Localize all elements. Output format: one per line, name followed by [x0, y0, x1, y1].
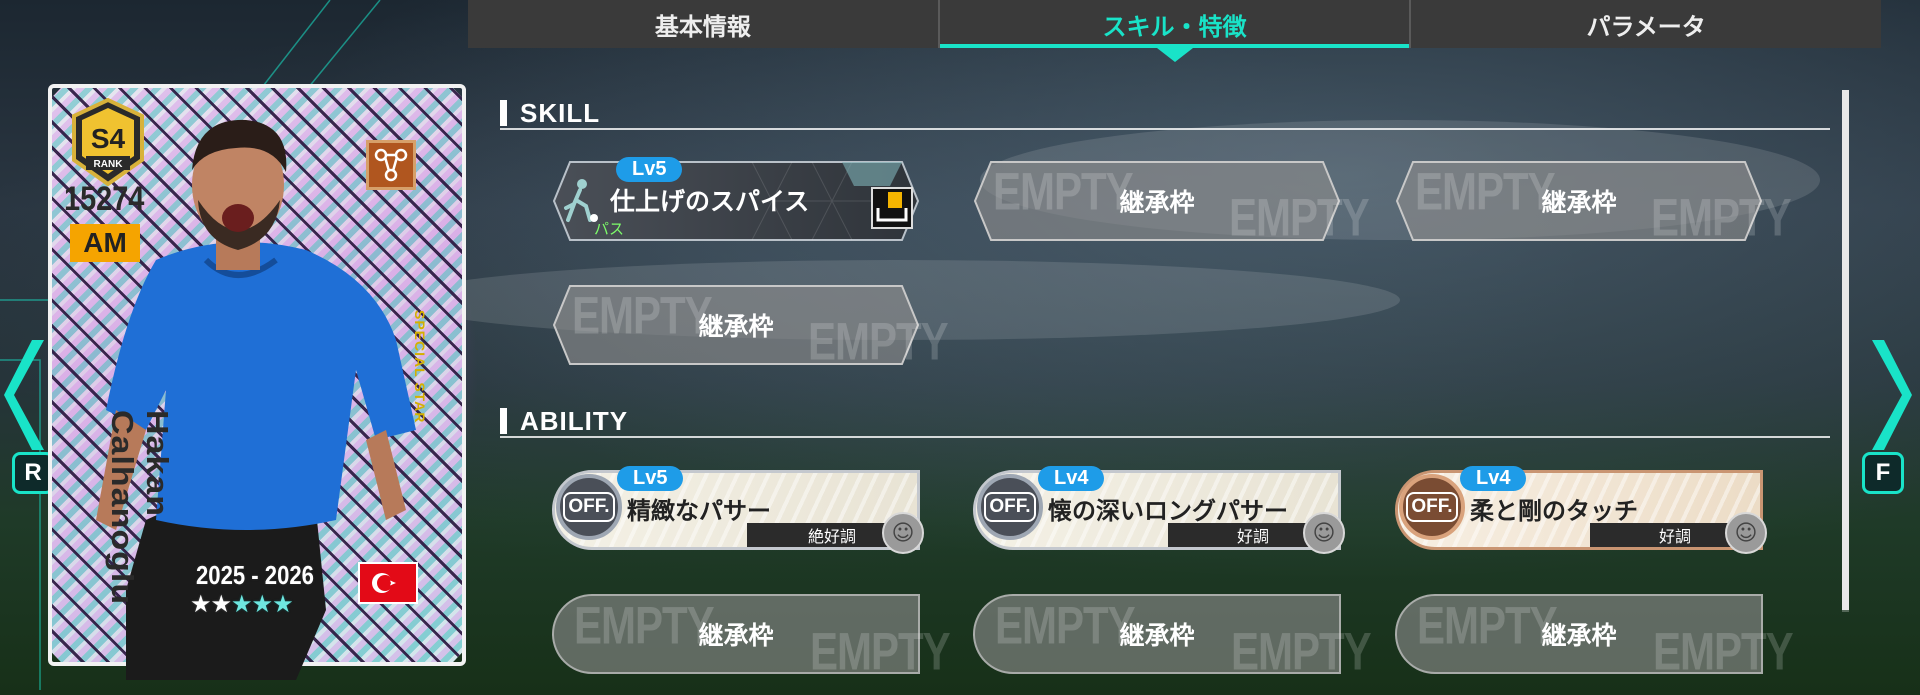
svg-text:RANK: RANK — [94, 159, 124, 170]
tab-skills-traits[interactable]: スキル・特徴 — [937, 0, 1410, 48]
skill-level-badge: Lv5 — [616, 157, 683, 182]
ability-section-title: ABILITY — [520, 406, 629, 436]
skill-section-title: SKILL — [520, 98, 601, 128]
active-tab-pointer — [1157, 48, 1193, 62]
smiley-icon: ☺ — [1725, 512, 1767, 554]
rarity-stars: ★★★★★ — [190, 590, 294, 618]
ability-name: 精緻なパサー — [627, 497, 771, 525]
ability-level-badge: Lv5 — [617, 466, 684, 491]
scrollbar-thumb[interactable] — [1842, 90, 1849, 610]
ability-slot-label: 継承枠 — [1541, 621, 1617, 650]
ability-name: 柔と剛のタッチ — [1470, 497, 1638, 525]
ability-slot-inherit[interactable]: EMPTY EMPTY 継承枠 — [973, 594, 1372, 681]
content-scrollbar[interactable] — [1842, 90, 1849, 612]
overall-rating: 15274 — [64, 180, 145, 218]
star-icon: ★ — [210, 590, 232, 618]
ability-name: 懐の深いロングパサー — [1048, 497, 1288, 525]
equipped-skill-name: 仕上げのスパイス — [610, 187, 810, 216]
star-icon: ★ — [231, 590, 252, 618]
ability-slot-inherit[interactable]: EMPTY EMPTY 継承枠 — [552, 594, 951, 681]
star-icon: ★ — [272, 590, 293, 618]
smiley-icon: ☺ — [882, 512, 924, 554]
skill-slot-inherit[interactable]: EMPTY EMPTY 継承枠 — [973, 160, 1370, 247]
offense-badge-icon: OFF. — [556, 474, 622, 540]
offense-badge-icon: OFF. — [1399, 474, 1465, 540]
smiley-icon: ☺ — [1303, 512, 1345, 554]
turkey-flag-icon — [358, 562, 418, 604]
star-icon: ★ — [190, 590, 211, 618]
skill-slot-label: 継承枠 — [698, 312, 774, 341]
previous-player-chevron-icon[interactable] — [4, 340, 44, 450]
ability-slot-label: 継承枠 — [698, 621, 774, 650]
skill-slot-inherit[interactable]: EMPTY EMPTY 継承枠 — [1395, 160, 1792, 247]
position-badge: AM — [70, 224, 140, 262]
offense-badge-text: OFF. — [563, 492, 615, 522]
rank-badge-icon: S4 RANK — [72, 98, 144, 186]
offense-badge-icon: OFF. — [977, 474, 1043, 540]
card-edition: SPECIAL STAR — [412, 310, 428, 424]
ability-level-badge: Lv4 — [1460, 466, 1527, 491]
next-key-hint: F — [1862, 452, 1904, 494]
tab-parameters[interactable]: パラメータ — [1409, 0, 1881, 48]
skill-section-header: SKILL — [500, 98, 1830, 130]
svg-text:S4: S4 — [91, 123, 126, 154]
ability-section-header: ABILITY — [500, 406, 1830, 438]
ability-slot-inherit[interactable]: EMPTY EMPTY 継承枠 — [1395, 594, 1794, 681]
tab-bar: 基本情報 スキル・特徴 パラメータ — [468, 0, 1881, 48]
skill-slot-equipped[interactable]: Lv5 仕上げのスパイス パス — [552, 157, 920, 242]
offense-badge-text: OFF. — [1406, 492, 1458, 522]
skill-slot-label: 継承枠 — [1541, 188, 1617, 217]
next-player-chevron-icon[interactable] — [1872, 340, 1912, 450]
skill-slot-inherit[interactable]: EMPTY EMPTY 継承枠 — [552, 284, 949, 371]
skill-slot-label: 継承枠 — [1119, 188, 1195, 217]
ability-slot-label: 継承枠 — [1119, 621, 1195, 650]
tab-basic-info[interactable]: 基本情報 — [468, 0, 938, 48]
ability-level-badge: Lv4 — [1038, 466, 1105, 491]
player-card[interactable]: S4 RANK 15274 AM Hakan Calhanoglu SPECIA… — [40, 80, 480, 680]
player-name: Hakan Calhanoglu — [104, 410, 175, 606]
playstyle-network-icon — [366, 140, 416, 190]
star-icon: ★ — [251, 590, 273, 618]
season-label: 2025 - 2026 — [196, 560, 314, 590]
offense-badge-text: OFF. — [984, 492, 1036, 522]
